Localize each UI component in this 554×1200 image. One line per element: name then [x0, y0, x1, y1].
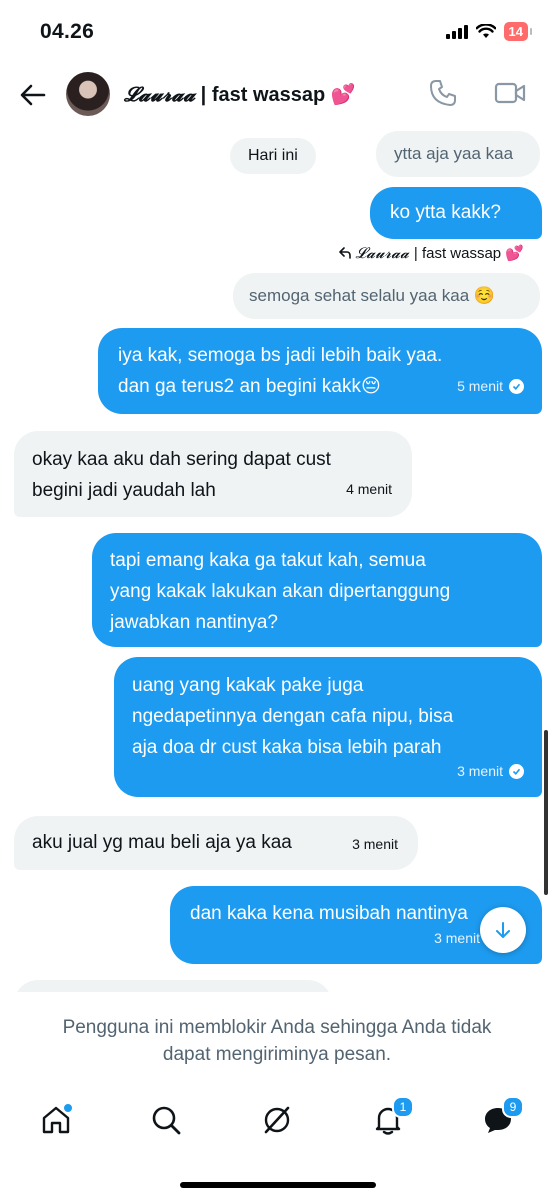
message-text: ytta aja yaa kaa [394, 144, 514, 163]
message-time: 3 menit [434, 930, 480, 946]
message-line: jawabkan nantinya? [110, 612, 278, 633]
blocked-notice: Pengguna ini memblokir Anda sehingga And… [0, 992, 554, 1082]
message-bubble[interactable]: aku jual yg mau beli aja ya kaa 3 menit [14, 816, 418, 870]
reply-icon [338, 247, 351, 259]
blocked-notice-text: Pengguna ini memblokir Anda sehingga And… [62, 1017, 492, 1065]
message-meta: 4 menit [346, 474, 392, 505]
video-call-button[interactable] [494, 80, 526, 111]
notifications-badge: 1 [392, 1096, 414, 1118]
message-bubble[interactable]: ytta aja yaa kaa [376, 131, 540, 177]
message-bubble[interactable]: okay kaa aku dah sering dapat cust begin… [14, 431, 412, 517]
video-icon [494, 82, 526, 104]
message-line: tapi emang kaka ga takut kah, semua [110, 550, 426, 571]
message-line: iya kak, semoga bs jadi lebih baik yaa. [118, 345, 443, 366]
message-bubble[interactable]: ko ytta kakk? [370, 187, 542, 239]
message-line: ngedapetinnya dengan cafa nipu, bisa [132, 706, 454, 727]
message-bubble[interactable]: iya kak, semoga bs jadi lebih baik yaa. … [98, 328, 542, 414]
arrow-left-icon [20, 84, 46, 106]
tab-search[interactable] [146, 1100, 186, 1140]
tab-grok[interactable] [257, 1100, 297, 1140]
contact-name-styled: 𝓛𝓪𝓾𝓻𝓪𝓪 [124, 82, 196, 106]
back-button[interactable] [16, 78, 50, 112]
message-text: ko ytta kakk? [390, 202, 501, 223]
call-button[interactable] [428, 78, 458, 113]
home-notification-dot [62, 1102, 74, 1114]
conversation-title[interactable]: 𝓛𝓪𝓾𝓻𝓪𝓪 | fast wassap 💕 [124, 82, 356, 107]
avatar[interactable] [66, 72, 110, 116]
status-icons: 14 [445, 22, 533, 41]
reply-context: 𝓛𝓪𝓾𝓻𝓪𝓪 | fast wassap 💕 [338, 244, 524, 262]
message-bubble[interactable]: tapi emang kaka ga takut kah, semua yang… [92, 533, 542, 647]
message-meta: 3 menit [457, 756, 524, 787]
grok-icon [264, 1106, 290, 1134]
message-line: okay kaa aku dah sering dapat cust [32, 449, 331, 470]
conversation-header: 𝓛𝓪𝓾𝓻𝓪𝓪 | fast wassap 💕 [0, 64, 554, 128]
read-check-icon [509, 764, 524, 779]
date-separator: Hari ini [230, 138, 316, 174]
read-check-icon [509, 379, 524, 394]
contact-name-rest: | fast wassap 💕 [195, 84, 356, 106]
status-bar: 04.26 14 [0, 0, 554, 64]
scrollbar-thumb[interactable] [544, 730, 548, 895]
battery-icon: 14 [503, 22, 533, 41]
scroll-to-bottom-button[interactable] [480, 907, 526, 953]
wifi-icon [475, 24, 496, 38]
message-text: semoga sehat selalu yaa kaa ☺️ [249, 286, 496, 305]
message-time: 3 menit [457, 763, 503, 779]
phone-icon [430, 80, 456, 106]
message-text: aku jual yg mau beli aja ya kaa [32, 832, 292, 853]
home-indicator [180, 1182, 376, 1188]
tab-messages[interactable]: 9 [478, 1096, 524, 1140]
reply-name-styled: 𝓛𝓪𝓾𝓻𝓪𝓪 [355, 244, 409, 262]
reply-name-rest: | fast wassap 💕 [413, 245, 524, 262]
status-time: 04.26 [40, 20, 95, 43]
message-line: uang yang kakak pake juga [132, 675, 364, 696]
quoted-message[interactable]: semoga sehat selalu yaa kaa ☺️ [233, 273, 540, 319]
messages-badge: 9 [502, 1096, 524, 1118]
message-time: 4 menit [346, 481, 392, 497]
message-bubble[interactable]: uang yang kakak pake juga ngedapetinnya … [114, 657, 542, 797]
tab-home[interactable] [36, 1100, 76, 1140]
message-line: yang kakak lakukan akan dipertanggung [110, 581, 451, 602]
message-meta: 5 menit [457, 371, 524, 402]
message-time: 5 menit [457, 378, 503, 394]
search-icon [152, 1106, 181, 1135]
signal-icon [445, 24, 468, 39]
message-time: 3 menit [352, 836, 398, 852]
message-meta: 3 menit [434, 923, 480, 954]
tab-notifications[interactable]: 1 [368, 1096, 414, 1140]
arrow-down-icon [496, 922, 510, 938]
bottom-tab-bar: 1 9 [0, 1090, 554, 1154]
